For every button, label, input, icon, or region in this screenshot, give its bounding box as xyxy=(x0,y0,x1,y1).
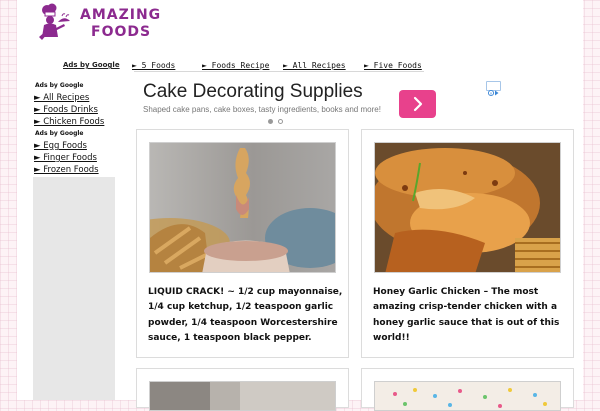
sidebar-ad-placeholder xyxy=(33,177,115,400)
card-description[interactable]: Honey Garlic Chicken – The most amazing … xyxy=(373,285,569,346)
info-icon xyxy=(487,89,499,97)
carousel-dot-active[interactable] xyxy=(268,119,273,124)
nav-link-foods-recipe[interactable]: ► Foods Recipe xyxy=(202,61,269,70)
recipe-card[interactable] xyxy=(361,368,574,411)
site-logo[interactable]: AMAZING FOODS xyxy=(36,3,166,43)
sidebar-ads-label[interactable]: Ads by Google xyxy=(35,82,83,89)
sidebar-link-foods-drinks[interactable]: ► Foods Drinks xyxy=(34,105,98,115)
sidebar-ads-label[interactable]: Ads by Google xyxy=(35,130,83,137)
recipe-card[interactable]: LIQUID CRACK! ~ 1/2 cup mayonnaise, 1/4 … xyxy=(136,129,349,358)
sidebar-link-egg-foods[interactable]: ► Egg Foods xyxy=(34,141,87,151)
card-image-honey-chicken[interactable] xyxy=(374,142,561,273)
recipe-card[interactable]: Honey Garlic Chicken – The most amazing … xyxy=(361,129,574,358)
nav-ads-by-google[interactable]: Ads by Google xyxy=(63,61,120,69)
chevron-right-icon xyxy=(413,96,423,112)
sidebar-link-chicken-foods[interactable]: ► Chicken Foods xyxy=(34,117,104,127)
sidebar-link-all-recipes[interactable]: ► All Recipes xyxy=(34,93,89,103)
card-image-partial[interactable] xyxy=(374,381,561,411)
adchoices-icon[interactable] xyxy=(486,81,501,97)
nav-link-all-recipes[interactable]: ► All Recipes xyxy=(283,61,346,70)
recipe-card[interactable] xyxy=(136,368,349,411)
ad-title[interactable]: Cake Decorating Supplies xyxy=(143,81,363,103)
ad-description: Shaped cake pans, cake boxes, tasty ingr… xyxy=(143,105,381,114)
card-description[interactable]: LIQUID CRACK! ~ 1/2 cup mayonnaise, 1/4 … xyxy=(148,285,344,346)
page-container: AMAZING FOODS Ads by Google ► 5 Foods ► … xyxy=(17,0,583,411)
logo-wordmark-top: AMAZING xyxy=(80,7,162,23)
sidebar-link-finger-foods[interactable]: ► Finger Foods xyxy=(34,153,97,163)
chef-mascot-icon xyxy=(39,3,70,40)
card-image-fries-dip[interactable] xyxy=(149,142,336,273)
left-sidebar: Ads by Google ► All Recipes ► Foods Drin… xyxy=(33,80,115,400)
sidebar-link-frozen-foods[interactable]: ► Frozen Foods xyxy=(34,165,99,175)
card-image-partial[interactable] xyxy=(149,381,336,411)
ad-banner[interactable]: Cake Decorating Supplies Shaped cake pan… xyxy=(137,78,503,128)
nav-divider xyxy=(134,71,424,72)
ad-open-button[interactable] xyxy=(399,90,436,118)
nav-link-five-foods[interactable]: ► Five Foods xyxy=(364,61,422,70)
logo-wordmark-bottom: FOODS xyxy=(91,24,152,40)
nav-link-5-foods[interactable]: ► 5 Foods xyxy=(132,61,175,70)
carousel-dot[interactable] xyxy=(278,119,283,124)
